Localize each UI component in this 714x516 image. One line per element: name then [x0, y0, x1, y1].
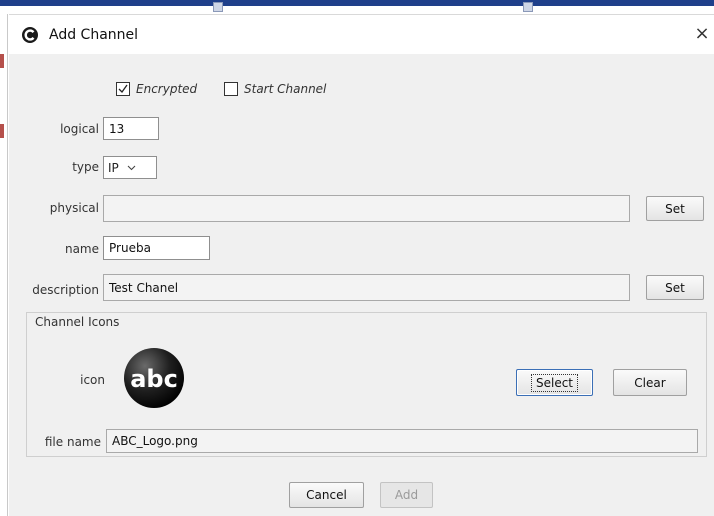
- physical-set-button[interactable]: Set: [646, 196, 704, 221]
- window-title: Add Channel: [49, 27, 139, 43]
- start-channel-label: Start Channel: [244, 82, 327, 96]
- background-window-edge: [0, 0, 714, 14]
- type-value: IP: [108, 160, 119, 175]
- type-select[interactable]: IP: [103, 156, 157, 179]
- logical-input[interactable]: 13: [103, 117, 159, 140]
- file-name-input[interactable]: ABC_Logo.png: [106, 429, 698, 453]
- abc-logo-text: abc: [130, 365, 178, 393]
- channel-icons-group: Channel Icons icon abc Select Clear file…: [26, 312, 707, 457]
- add-channel-dialog: Add Channel × Encrypted Start Channel lo…: [9, 14, 714, 516]
- cancel-label: Cancel: [306, 488, 347, 502]
- encrypted-checkbox[interactable]: Encrypted: [116, 82, 197, 96]
- logical-value: 13: [109, 121, 125, 136]
- app-c-icon: [22, 27, 38, 43]
- physical-set-label: Set: [665, 201, 685, 216]
- abc-logo-icon: abc: [124, 348, 184, 408]
- chevron-down-icon: [127, 165, 136, 171]
- cancel-button[interactable]: Cancel: [289, 482, 364, 508]
- background-marker-icon: [523, 2, 533, 12]
- background-marker-icon: [213, 2, 223, 12]
- encrypted-label: Encrypted: [136, 82, 198, 96]
- background-title-strip: [0, 0, 714, 6]
- logical-label: logical: [60, 122, 99, 136]
- description-set-button[interactable]: Set: [646, 275, 704, 300]
- file-name-label: file name: [44, 435, 101, 449]
- add-button[interactable]: Add: [380, 482, 433, 508]
- physical-label: physical: [49, 201, 99, 215]
- name-label: name: [64, 242, 99, 256]
- clear-icon-button[interactable]: Clear: [613, 369, 687, 396]
- type-label: type: [72, 160, 99, 174]
- title-bar: Add Channel ×: [9, 15, 714, 54]
- select-icon-button[interactable]: Select: [516, 369, 593, 396]
- start-channel-checkbox[interactable]: Start Channel: [224, 82, 326, 96]
- clear-label: Clear: [634, 375, 666, 390]
- physical-input[interactable]: [103, 195, 630, 222]
- close-button[interactable]: ×: [692, 23, 712, 45]
- icon-label: icon: [80, 373, 105, 387]
- encrypted-checkbox-box[interactable]: [116, 82, 130, 96]
- background-left-marker: [0, 124, 4, 138]
- name-value: Prueba: [109, 241, 151, 255]
- file-name-value: ABC_Logo.png: [112, 434, 198, 448]
- start-channel-checkbox-box[interactable]: [224, 82, 238, 96]
- description-value: Test Chanel: [109, 280, 179, 295]
- checkmark-icon: [118, 84, 128, 94]
- description-input[interactable]: Test Chanel: [103, 274, 630, 301]
- background-left-marker: [0, 54, 4, 68]
- select-label: Select: [530, 373, 579, 392]
- description-set-label: Set: [665, 280, 685, 295]
- background-left-edge: [0, 14, 8, 516]
- name-input[interactable]: Prueba: [103, 236, 210, 260]
- channel-icons-title: Channel Icons: [35, 315, 120, 329]
- close-icon: ×: [694, 23, 710, 44]
- add-label: Add: [394, 488, 419, 502]
- description-label: description: [32, 283, 99, 297]
